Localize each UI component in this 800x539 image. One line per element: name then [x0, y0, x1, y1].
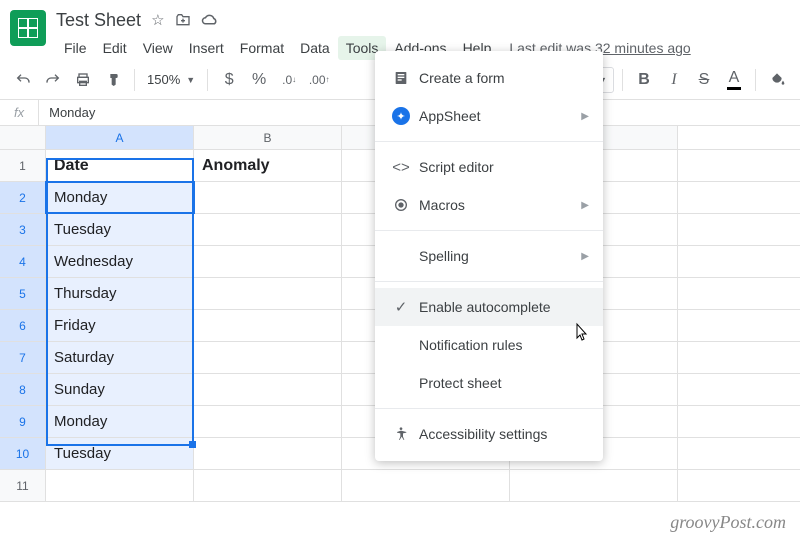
accessibility-icon	[389, 426, 413, 442]
row-header[interactable]: 8	[0, 374, 46, 405]
cell[interactable]	[194, 374, 342, 405]
cell[interactable]: Tuesday	[46, 438, 194, 469]
tools-dropdown: Create a form ✦ AppSheet ▶ <> Script edi…	[375, 51, 603, 461]
italic-icon[interactable]: I	[661, 67, 687, 93]
menu-accessibility[interactable]: Accessibility settings	[375, 415, 603, 453]
menu-appsheet[interactable]: ✦ AppSheet ▶	[375, 97, 603, 135]
row-header[interactable]: 3	[0, 214, 46, 245]
menu-edit[interactable]: Edit	[95, 36, 135, 60]
cell[interactable]: Anomaly	[194, 150, 342, 181]
bold-icon[interactable]: B	[631, 67, 657, 93]
menu-format[interactable]: Format	[232, 36, 292, 60]
col-header-B[interactable]: B	[194, 126, 342, 149]
menu-file[interactable]: File	[56, 36, 95, 60]
menu-enable-autocomplete[interactable]: ✓ Enable autocomplete	[375, 288, 603, 326]
check-icon: ✓	[389, 298, 413, 316]
cell[interactable]	[46, 470, 194, 501]
code-icon: <>	[389, 159, 413, 176]
appsheet-icon: ✦	[389, 107, 413, 125]
cell[interactable]	[510, 470, 678, 501]
row-header[interactable]: 11	[0, 470, 46, 501]
cell[interactable]	[194, 438, 342, 469]
move-icon[interactable]	[175, 12, 191, 28]
cell[interactable]: Tuesday	[46, 214, 194, 245]
menu-create-form[interactable]: Create a form	[375, 59, 603, 97]
cell[interactable]	[194, 342, 342, 373]
increase-decimal-icon[interactable]: .00↑	[306, 67, 332, 93]
menu-script-editor[interactable]: <> Script editor	[375, 148, 603, 186]
undo-icon[interactable]	[10, 67, 36, 93]
cell[interactable]: Thursday	[46, 278, 194, 309]
row-header[interactable]: 7	[0, 342, 46, 373]
watermark: groovyPost.com	[670, 512, 786, 533]
zoom-select[interactable]: 150%▼	[143, 72, 199, 87]
cell[interactable]	[194, 214, 342, 245]
cell[interactable]: Friday	[46, 310, 194, 341]
submenu-arrow-icon: ▶	[581, 111, 589, 122]
select-all-corner[interactable]	[0, 126, 46, 149]
print-icon[interactable]	[70, 67, 96, 93]
sheets-logo[interactable]	[10, 10, 46, 46]
cell[interactable]	[194, 406, 342, 437]
row-header[interactable]: 5	[0, 278, 46, 309]
currency-icon[interactable]: $	[216, 67, 242, 93]
cell[interactable]	[194, 278, 342, 309]
row-header[interactable]: 4	[0, 246, 46, 277]
star-icon[interactable]: ☆	[151, 11, 164, 29]
row-header[interactable]: 2	[0, 182, 46, 213]
menu-data[interactable]: Data	[292, 36, 338, 60]
menu-insert[interactable]: Insert	[181, 36, 232, 60]
decrease-decimal-icon[interactable]: .0↓	[276, 67, 302, 93]
cell[interactable]: Wednesday	[46, 246, 194, 277]
menu-view[interactable]: View	[135, 36, 181, 60]
text-color-icon[interactable]: A	[721, 67, 747, 93]
row-header[interactable]: 9	[0, 406, 46, 437]
submenu-arrow-icon: ▶	[581, 251, 589, 262]
fill-color-icon[interactable]	[764, 67, 790, 93]
cell[interactable]: Date	[46, 150, 194, 181]
paint-format-icon[interactable]	[100, 67, 126, 93]
cell[interactable]	[194, 470, 342, 501]
menu-notification-rules[interactable]: Notification rules	[375, 326, 603, 364]
cell[interactable]: Monday	[46, 406, 194, 437]
row-header[interactable]: 1	[0, 150, 46, 181]
cell[interactable]	[342, 470, 510, 501]
cell[interactable]	[194, 246, 342, 277]
fx-label: fx	[0, 100, 39, 125]
cell[interactable]	[194, 310, 342, 341]
record-icon	[389, 197, 413, 213]
cloud-icon[interactable]	[201, 13, 219, 27]
menu-spelling[interactable]: Spelling ▶	[375, 237, 603, 275]
cell[interactable]: Sunday	[46, 374, 194, 405]
row-header[interactable]: 10	[0, 438, 46, 469]
menu-macros[interactable]: Macros ▶	[375, 186, 603, 224]
cell[interactable]: Monday	[46, 182, 194, 213]
strikethrough-icon[interactable]: S	[691, 67, 717, 93]
form-icon	[389, 70, 413, 86]
cell[interactable]: Saturday	[46, 342, 194, 373]
formula-value[interactable]: Monday	[39, 105, 95, 120]
row-header[interactable]: 6	[0, 310, 46, 341]
col-header-A[interactable]: A	[46, 126, 194, 149]
doc-title[interactable]: Test Sheet	[56, 10, 141, 31]
submenu-arrow-icon: ▶	[581, 200, 589, 211]
redo-icon[interactable]	[40, 67, 66, 93]
cell[interactable]	[194, 182, 342, 213]
percent-icon[interactable]: %	[246, 67, 272, 93]
menu-protect-sheet[interactable]: Protect sheet	[375, 364, 603, 402]
